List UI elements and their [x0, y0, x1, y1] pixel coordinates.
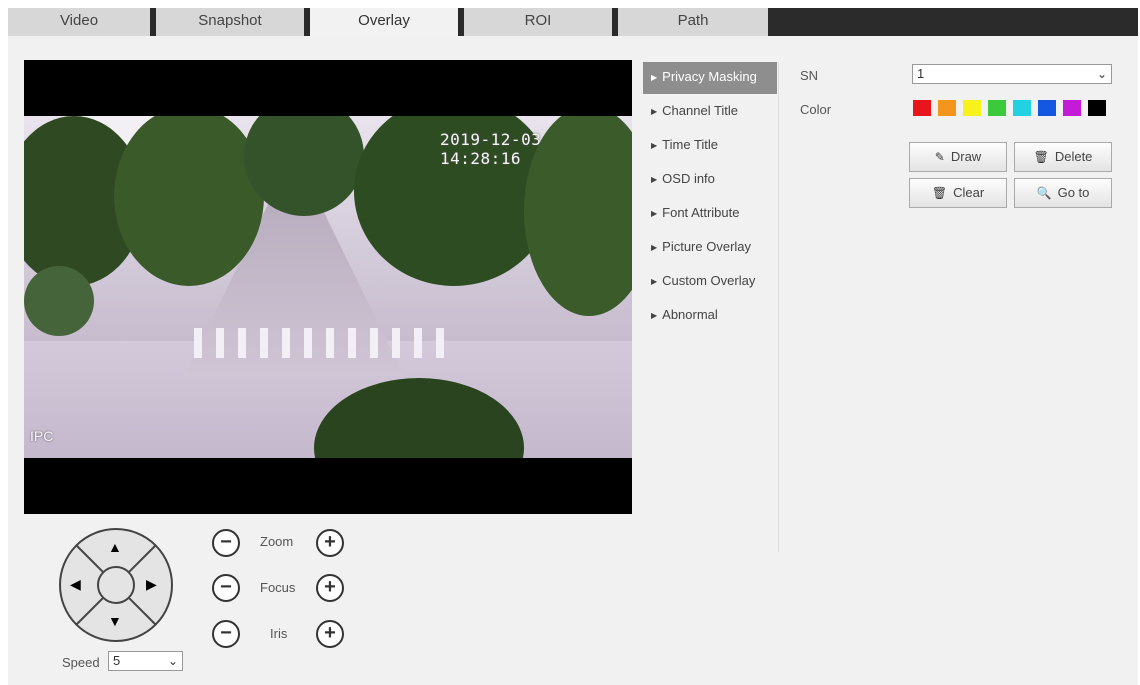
menu-item-label: Channel Title: [662, 103, 739, 118]
color-swatch-purple[interactable]: [1063, 100, 1081, 116]
menu-arrow-icon: ▶: [651, 310, 658, 320]
crosswalk-stripe: [392, 328, 400, 358]
crosswalk-stripe: [370, 328, 378, 358]
goto-button[interactable]: 🔍 Go to: [1014, 178, 1112, 208]
crosswalk-stripe: [436, 328, 444, 358]
sn-select[interactable]: 1 ⌄: [912, 64, 1112, 84]
search-icon: 🔍: [1036, 186, 1052, 200]
delete-button[interactable]: 🗑 Delete: [1014, 142, 1112, 172]
tab-overlay[interactable]: Overlay: [310, 8, 464, 38]
speed-label: Speed: [62, 655, 100, 670]
menu-arrow-icon: ▶: [651, 208, 658, 218]
zoom-out-button[interactable]: −: [212, 529, 240, 557]
sn-select-value: 1: [917, 66, 925, 81]
iris-label: Iris: [270, 626, 288, 641]
crosswalk-stripe: [304, 328, 312, 358]
crosswalk-stripe: [282, 328, 290, 358]
speed-select[interactable]: 5 ⌄: [108, 651, 183, 671]
tab-bar: Video Snapshot Overlay ROI Path: [8, 8, 1138, 38]
overlay-menu: ▶ Privacy Masking ▶ Channel Title ▶ Time Ti…: [643, 62, 777, 334]
tab-label: ROI: [524, 12, 552, 29]
color-swatch-cyan[interactable]: [1013, 100, 1031, 116]
color-swatch-blue[interactable]: [1038, 100, 1056, 116]
ptz-control: ▲ ▼ ◀ ▶: [56, 527, 176, 647]
zoom-in-button[interactable]: +: [316, 529, 344, 557]
tab-label: Path: [677, 12, 709, 29]
crosswalk-stripe: [216, 328, 224, 358]
speed-select-value: 5: [113, 653, 121, 668]
menu-item-label: Font Attribute: [662, 205, 740, 220]
focus-near-button[interactable]: −: [212, 574, 240, 602]
crosswalk-stripe: [326, 328, 334, 358]
menu-item-label: Abnormal: [662, 307, 718, 322]
menu-item-abnormal[interactable]: ▶ Abnormal: [643, 300, 777, 334]
menu-item-label: Time Title: [662, 137, 719, 152]
menu-item-font-attribute[interactable]: ▶ Font Attribute: [643, 198, 777, 232]
menu-item-label: OSD info: [662, 171, 715, 186]
osd-channel-title: IPC: [30, 428, 54, 444]
camera-scene: 2019-12-03 14:28:16 IPC: [24, 116, 632, 458]
menu-item-osd-info[interactable]: ▶ OSD info: [643, 164, 777, 198]
menu-item-custom-overlay[interactable]: ▶ Custom Overlay: [643, 266, 777, 300]
delete-button-label: Delete: [1054, 149, 1093, 164]
menu-arrow-icon: ▶: [651, 276, 658, 286]
tab-label: Snapshot: [198, 12, 262, 29]
tab-path[interactable]: Path: [618, 8, 768, 36]
color-swatch-red[interactable]: [913, 100, 931, 116]
ptz-down-icon[interactable]: ▼: [108, 613, 122, 629]
edit-icon: ✎: [934, 150, 945, 164]
menu-arrow-icon: ▶: [651, 72, 658, 82]
draw-button-label: Draw: [950, 149, 982, 164]
ptz-up-icon[interactable]: ▲: [108, 539, 122, 555]
menu-item-channel-title[interactable]: ▶ Channel Title: [643, 96, 777, 130]
tab-roi[interactable]: ROI: [464, 8, 618, 36]
tab-video[interactable]: Video: [8, 8, 156, 36]
menu-arrow-icon: ▶: [651, 174, 658, 184]
goto-button-label: Go to: [1057, 185, 1090, 200]
color-label: Color: [800, 102, 832, 117]
ptz-left-icon[interactable]: ◀: [70, 576, 81, 593]
crosswalk-stripe: [194, 328, 202, 358]
draw-button[interactable]: ✎ Draw: [909, 142, 1007, 172]
tab-label: Video: [59, 12, 99, 29]
color-swatch-black[interactable]: [1088, 100, 1106, 116]
tree: [24, 266, 94, 336]
menu-arrow-icon: ▶: [651, 140, 658, 150]
zoom-label: Zoom: [260, 534, 294, 549]
color-swatch-green[interactable]: [988, 100, 1006, 116]
menu-item-label: Picture Overlay: [662, 239, 752, 254]
sn-label: SN: [800, 68, 819, 83]
menu-item-label: Privacy Masking: [662, 69, 757, 84]
crosswalk-stripe: [414, 328, 422, 358]
menu-arrow-icon: ▶: [651, 106, 658, 116]
menu-divider: [778, 62, 779, 552]
menu-arrow-icon: ▶: [651, 242, 658, 252]
chevron-down-icon: ⌄: [167, 654, 178, 668]
clear-button[interactable]: 🗑 Clear: [909, 178, 1007, 208]
menu-item-time-title[interactable]: ▶ Time Title: [643, 130, 777, 164]
crosswalk-stripe: [348, 328, 356, 358]
iris-close-button[interactable]: −: [212, 620, 240, 648]
menu-item-picture-overlay[interactable]: ▶ Picture Overlay: [643, 232, 777, 266]
trash-icon: 🗑: [931, 186, 948, 200]
clear-button-label: Clear: [953, 185, 985, 200]
tab-snapshot[interactable]: Snapshot: [156, 8, 310, 36]
osd-timestamp: 2019-12-03 14:28:16: [440, 130, 542, 168]
ptz-right-icon[interactable]: ▶: [146, 576, 157, 593]
tab-label: Overlay: [358, 12, 410, 29]
iris-open-button[interactable]: +: [316, 620, 344, 648]
crosswalk-stripe: [260, 328, 268, 358]
focus-far-button[interactable]: +: [316, 574, 344, 602]
color-swatch-yellow[interactable]: [963, 100, 981, 116]
menu-item-privacy-masking[interactable]: ▶ Privacy Masking: [643, 62, 777, 94]
color-swatch-orange[interactable]: [938, 100, 956, 116]
focus-label: Focus: [260, 580, 296, 595]
menu-item-label: Custom Overlay: [662, 273, 756, 288]
live-video-view[interactable]: 2019-12-03 14:28:16 IPC: [24, 60, 632, 514]
chevron-down-icon: ⌄: [1096, 67, 1107, 81]
crosswalk-stripe: [238, 328, 246, 358]
trash-icon: 🗑: [1033, 150, 1049, 164]
